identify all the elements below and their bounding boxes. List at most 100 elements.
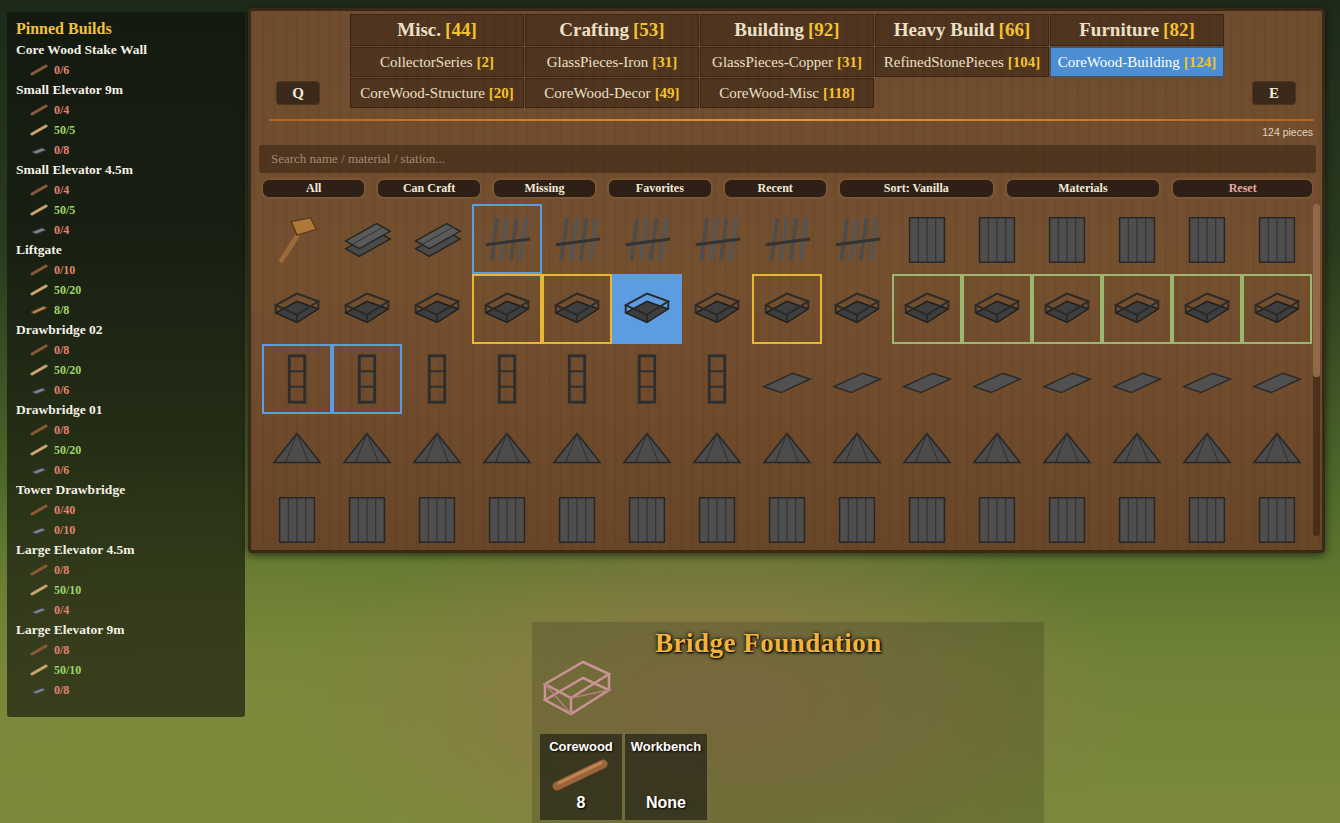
piece-slot[interactable] — [962, 274, 1032, 344]
next-category-button[interactable]: E — [1252, 81, 1296, 105]
category-tab[interactable]: CoreWood-Structure [20] — [350, 78, 524, 108]
piece-slot[interactable] — [262, 414, 332, 484]
piece-slot[interactable] — [472, 204, 542, 274]
piece-slot[interactable] — [262, 204, 332, 274]
piece-slot[interactable] — [542, 414, 612, 484]
filter-button[interactable]: Favorites — [607, 178, 712, 199]
piece-slot[interactable] — [1172, 274, 1242, 344]
category-tab[interactable]: Building [92] — [700, 14, 874, 46]
filter-button[interactable]: Sort: Vanilla — [838, 178, 995, 199]
piece-slot[interactable] — [822, 414, 892, 484]
piece-slot[interactable] — [892, 204, 962, 274]
filter-button[interactable]: All — [261, 178, 366, 199]
piece-slot[interactable] — [1032, 414, 1102, 484]
piece-slot[interactable] — [1102, 204, 1172, 274]
piece-slot[interactable] — [402, 274, 472, 344]
piece-slot[interactable] — [402, 484, 472, 544]
piece-slot[interactable] — [1242, 414, 1312, 484]
piece-slot[interactable] — [962, 204, 1032, 274]
piece-slot[interactable] — [402, 204, 472, 274]
piece-slot[interactable] — [682, 204, 752, 274]
piece-slot[interactable] — [1242, 344, 1312, 414]
piece-slot[interactable] — [612, 274, 682, 344]
piece-slot[interactable] — [542, 274, 612, 344]
category-tab[interactable]: Crafting [53] — [525, 14, 699, 46]
piece-slot[interactable] — [472, 484, 542, 544]
piece-slot[interactable] — [752, 414, 822, 484]
piece-slot[interactable] — [332, 204, 402, 274]
category-tab[interactable]: CoreWood-Decor [49] — [525, 78, 699, 108]
piece-slot[interactable] — [1172, 204, 1242, 274]
filter-button[interactable]: Missing — [492, 178, 597, 199]
piece-slot[interactable] — [1102, 344, 1172, 414]
piece-slot[interactable] — [332, 414, 402, 484]
piece-slot[interactable] — [822, 274, 892, 344]
piece-slot[interactable] — [262, 344, 332, 414]
piece-slot[interactable] — [1172, 414, 1242, 484]
filter-button[interactable]: Can Craft — [376, 178, 481, 199]
piece-slot[interactable] — [1242, 274, 1312, 344]
piece-slot[interactable] — [1172, 484, 1242, 544]
piece-slot[interactable] — [822, 484, 892, 544]
piece-slot[interactable] — [612, 484, 682, 544]
piece-slot[interactable] — [1032, 274, 1102, 344]
piece-slot[interactable] — [892, 274, 962, 344]
piece-slot[interactable] — [332, 344, 402, 414]
piece-slot[interactable] — [1102, 484, 1172, 544]
piece-slot[interactable] — [822, 204, 892, 274]
filter-button[interactable]: Materials — [1005, 178, 1162, 199]
category-tab[interactable]: RefinedStonePieces [104] — [875, 47, 1049, 77]
category-tab[interactable]: CoreWood-Building [124] — [1050, 47, 1224, 77]
category-tab[interactable]: GlassPieces-Copper [31] — [700, 47, 874, 77]
piece-slot[interactable] — [1172, 344, 1242, 414]
category-tab[interactable]: CollectorSeries [2] — [350, 47, 524, 77]
piece-slot[interactable] — [402, 344, 472, 414]
piece-slot[interactable] — [892, 414, 962, 484]
piece-slot[interactable] — [332, 274, 402, 344]
piece-slot[interactable] — [1242, 484, 1312, 544]
piece-slot[interactable] — [892, 484, 962, 544]
piece-slot[interactable] — [472, 274, 542, 344]
piece-slot[interactable] — [542, 204, 612, 274]
filter-button[interactable]: Reset — [1171, 178, 1314, 199]
piece-scrollbar[interactable] — [1313, 204, 1320, 536]
scrollbar-thumb[interactable] — [1313, 204, 1320, 377]
category-tab[interactable]: Misc. [44] — [350, 14, 524, 46]
search-field[interactable] — [259, 145, 1316, 173]
piece-slot[interactable] — [752, 484, 822, 544]
piece-slot[interactable] — [962, 414, 1032, 484]
piece-slot[interactable] — [1102, 414, 1172, 484]
piece-slot[interactable] — [822, 344, 892, 414]
piece-slot[interactable] — [262, 484, 332, 544]
piece-slot[interactable] — [1242, 204, 1312, 274]
piece-slot[interactable] — [542, 344, 612, 414]
piece-slot[interactable] — [962, 484, 1032, 544]
piece-slot[interactable] — [682, 274, 752, 344]
previous-category-button[interactable]: Q — [276, 81, 320, 105]
category-tab[interactable]: Furniture [82] — [1050, 14, 1224, 46]
piece-slot[interactable] — [472, 344, 542, 414]
piece-slot[interactable] — [1032, 484, 1102, 544]
piece-slot[interactable] — [682, 344, 752, 414]
piece-slot[interactable] — [892, 344, 962, 414]
piece-slot[interactable] — [612, 414, 682, 484]
piece-slot[interactable] — [332, 484, 402, 544]
piece-slot[interactable] — [752, 204, 822, 274]
category-tab[interactable]: CoreWood-Misc [118] — [700, 78, 874, 108]
piece-slot[interactable] — [612, 204, 682, 274]
piece-slot[interactable] — [1102, 274, 1172, 344]
piece-slot[interactable] — [1032, 204, 1102, 274]
piece-slot[interactable] — [682, 414, 752, 484]
category-tab[interactable]: Heavy Build [66] — [875, 14, 1049, 46]
piece-slot[interactable] — [1032, 344, 1102, 414]
piece-slot[interactable] — [962, 344, 1032, 414]
piece-slot[interactable] — [682, 484, 752, 544]
category-tab[interactable]: GlassPieces-Iron [31] — [525, 47, 699, 77]
piece-slot[interactable] — [752, 274, 822, 344]
piece-slot[interactable] — [752, 344, 822, 414]
piece-slot[interactable] — [402, 414, 472, 484]
piece-slot[interactable] — [472, 414, 542, 484]
filter-button[interactable]: Recent — [723, 178, 828, 199]
piece-slot[interactable] — [542, 484, 612, 544]
piece-slot[interactable] — [262, 274, 332, 344]
